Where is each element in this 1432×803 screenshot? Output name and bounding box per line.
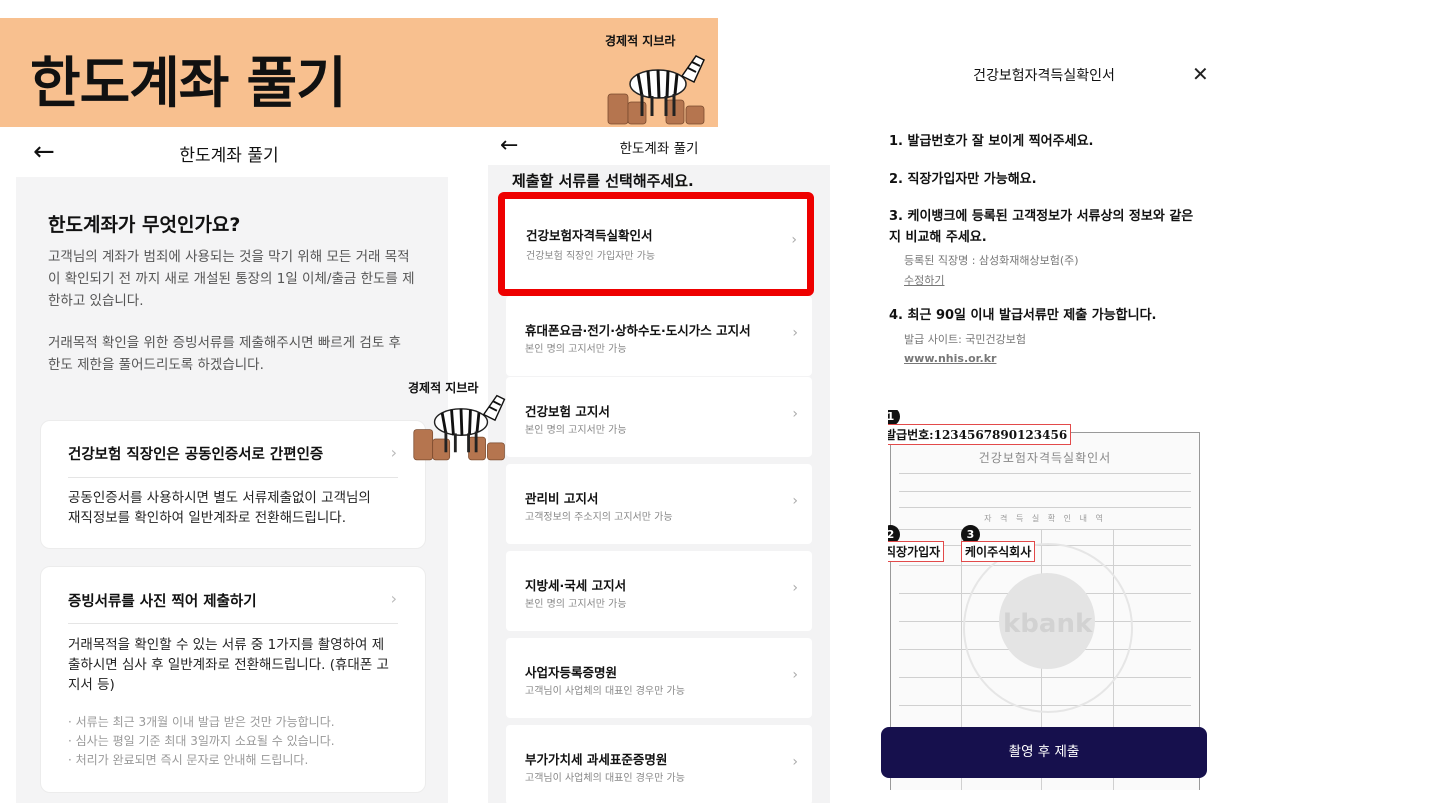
doc-name: 건강보험자격득실확인서 (526, 228, 653, 243)
zebra-coins-logo (413, 394, 506, 461)
screen-limit-account-info: ← 한도계좌 풀기 한도계좌가 무엇인가요? 고객님의 계좌가 범죄에 사용되는… (0, 127, 458, 803)
doc-name: 휴대폰요금·전기·상하수도·도시가스 고지서 (525, 323, 751, 338)
card-title: 건강보험 직장인은 공동인증서로 간편인증 (68, 447, 324, 463)
card-text: 거래목적을 확인할 수 있는 서류 중 1가지를 촬영하여 제 출하시면 심사 … (68, 637, 389, 693)
card-cert-auth[interactable]: 건강보험 직장인은 공동인증서로 간편인증 › 공동인증서를 사용하시면 별도 … (40, 420, 426, 549)
doc-name: 지방세·국세 고지서 (525, 578, 627, 593)
info-panel: 한도계좌가 무엇인가요? 고객님의 계좌가 범죄에 사용되는 것을 막기 위해 … (16, 177, 448, 803)
edit-link[interactable]: 수정하기 (904, 272, 944, 288)
doc-sub: 본인 명의 고지서만 가능 (525, 425, 627, 436)
screen-select-document: ← 한도계좌 풀기 제출할 서류를 선택해주세요. 건강보험자격득실확인서 건강… (488, 127, 830, 803)
site-link[interactable]: www.nhis.or.kr (904, 352, 996, 365)
doc-name: 부가가치세 과세표준증명원 (525, 752, 668, 767)
modal-title: 건강보험자격득실확인서 (973, 68, 1115, 84)
banner-title: 한도계좌 풀기 (30, 51, 347, 115)
info-heading: 한도계좌가 무엇인가요? (48, 214, 241, 236)
doc-item-health-insurance-cert[interactable]: 건강보험자격득실확인서 건강보험 직장인 가입자만 가능 › (498, 192, 814, 296)
doc-sub: 건강보험 직장인 가입자만 가능 (526, 251, 656, 262)
card-photo-submit[interactable]: 증빙서류를 사진 찍어 제출하기 › 거래목적을 확인할 수 있는 서류 중 1… (40, 566, 426, 793)
chevron-right-icon: › (792, 667, 798, 683)
chevron-right-icon: › (792, 325, 798, 341)
nav-title: 한도계좌 풀기 (179, 146, 279, 166)
paper-rule (899, 473, 1191, 474)
select-heading: 제출할 서류를 선택해주세요. (512, 172, 694, 190)
nav-bar: ← 한도계좌 풀기 (488, 127, 830, 165)
nav-title: 한도계좌 풀기 (619, 141, 699, 157)
chevron-right-icon: › (792, 493, 798, 509)
screen-health-insurance-guide: 건강보험자격득실확인서 ✕ 1. 발급번호가 잘 보이게 찍어주세요. 2. 직… (866, 40, 1216, 803)
doc-sub: 고객님이 사업체의 대표인 경우만 가능 (525, 773, 685, 784)
doc-item-utility-bill[interactable]: 휴대폰요금·전기·상하수도·도시가스 고지서 본인 명의 고지서만 가능 › (506, 296, 812, 376)
issue-site: 발급 사이트: 국민건강보험 (904, 333, 1027, 346)
chevron-right-icon: › (791, 232, 797, 248)
chevron-right-icon: › (792, 754, 798, 770)
note-item: · 처리가 완료되면 즉시 문자로 안내해 드립니다. (68, 753, 309, 767)
doc-item-vat-certificate[interactable]: 부가가치세 과세표준증명원 고객님이 사업체의 대표인 경우만 가능 › (506, 725, 812, 803)
callout-issue-number: 발급번호:1234567890123456 (888, 424, 1072, 445)
doc-name: 사업자등록증명원 (525, 665, 618, 680)
paper-rule (899, 491, 1191, 492)
rule-3: 3. 케이뱅크에 등록된 고객정보가 서류상의 정보와 같은 지 비교해 주세요… (889, 209, 1194, 245)
paper-rule (899, 529, 1191, 530)
doc-sub: 본인 명의 고지서만 가능 (525, 599, 627, 610)
paper-section-title: 자 격 득 실 확 인 내 역 (984, 514, 1106, 523)
nav-bar: ← 한도계좌 풀기 (0, 127, 458, 177)
doc-item-health-insurance-bill[interactable]: 건강보험 고지서 본인 명의 고지서만 가능 › (506, 377, 812, 457)
rule-4: 4. 최근 90일 이내 발급서류만 제출 가능합니다. (889, 308, 1157, 323)
note-item: · 서류는 최근 3개월 이내 발급 받은 것만 가능합니다. (68, 715, 335, 729)
doc-name: 관리비 고지서 (525, 491, 599, 506)
chevron-right-icon: › (792, 580, 798, 596)
banner: 한도계좌 풀기 경제적 지브라 (0, 18, 718, 127)
chevron-right-icon: › (390, 589, 397, 608)
callout-member-type: 직장가입자 (888, 541, 945, 562)
rule-2: 2. 직장가입자만 가능해요. (889, 172, 1037, 187)
paper-rule (899, 507, 1191, 508)
note-item: · 심사는 평일 기준 최대 3일까지 소요될 수 있습니다. (68, 734, 335, 748)
chevron-right-icon: › (390, 443, 397, 462)
zebra-coins-logo (607, 55, 705, 125)
card-text: 공동인증서를 사용하시면 별도 서류제출없이 고객님의 재직정보를 확인하여 일… (68, 490, 371, 526)
divider (68, 623, 398, 624)
card-title: 증빙서류를 사진 찍어 제출하기 (68, 594, 257, 610)
divider (68, 477, 398, 478)
close-icon[interactable]: ✕ (1192, 62, 1209, 86)
notes-list: · 서류는 최근 3개월 이내 발급 받은 것만 가능합니다. · 심사는 평일… (68, 713, 405, 770)
doc-name: 건강보험 고지서 (525, 404, 610, 419)
doc-sub: 고객님이 사업체의 대표인 경우만 가능 (525, 686, 685, 697)
paper-title: 건강보험자격득실확인서 (978, 451, 1112, 465)
doc-item-maintenance-bill[interactable]: 관리비 고지서 고객정보의 주소지의 고지서만 가능 › (506, 464, 812, 544)
callout-company: 케이주식회사 (961, 541, 1036, 562)
info-paragraph-1: 고객님의 계좌가 범죄에 사용되는 것을 막기 위해 모든 거래 목적 이 확인… (48, 249, 415, 309)
chevron-right-icon: › (792, 406, 798, 422)
doc-item-business-registration[interactable]: 사업자등록증명원 고객님이 사업체의 대표인 경우만 가능 › (506, 638, 812, 718)
registered-employer: 등록된 직장명 : 삼성화재해상보험(주) (904, 254, 1079, 267)
shoot-and-submit-button[interactable]: 촬영 후 제출 (881, 727, 1207, 778)
rule-1: 1. 발급번호가 잘 보이게 찍어주세요. (889, 134, 1094, 149)
info-paragraph-2: 거래목적 확인을 위한 증빙서류를 제출해주시면 빠르게 검토 후 한도 제한을… (48, 335, 401, 373)
watermark-text: kbank (1003, 609, 1093, 639)
doc-item-tax-bill[interactable]: 지방세·국세 고지서 본인 명의 고지서만 가능 › (506, 551, 812, 631)
doc-sub: 고객정보의 주소지의 고지서만 가능 (525, 512, 673, 523)
doc-sub: 본인 명의 고지서만 가능 (525, 344, 627, 355)
